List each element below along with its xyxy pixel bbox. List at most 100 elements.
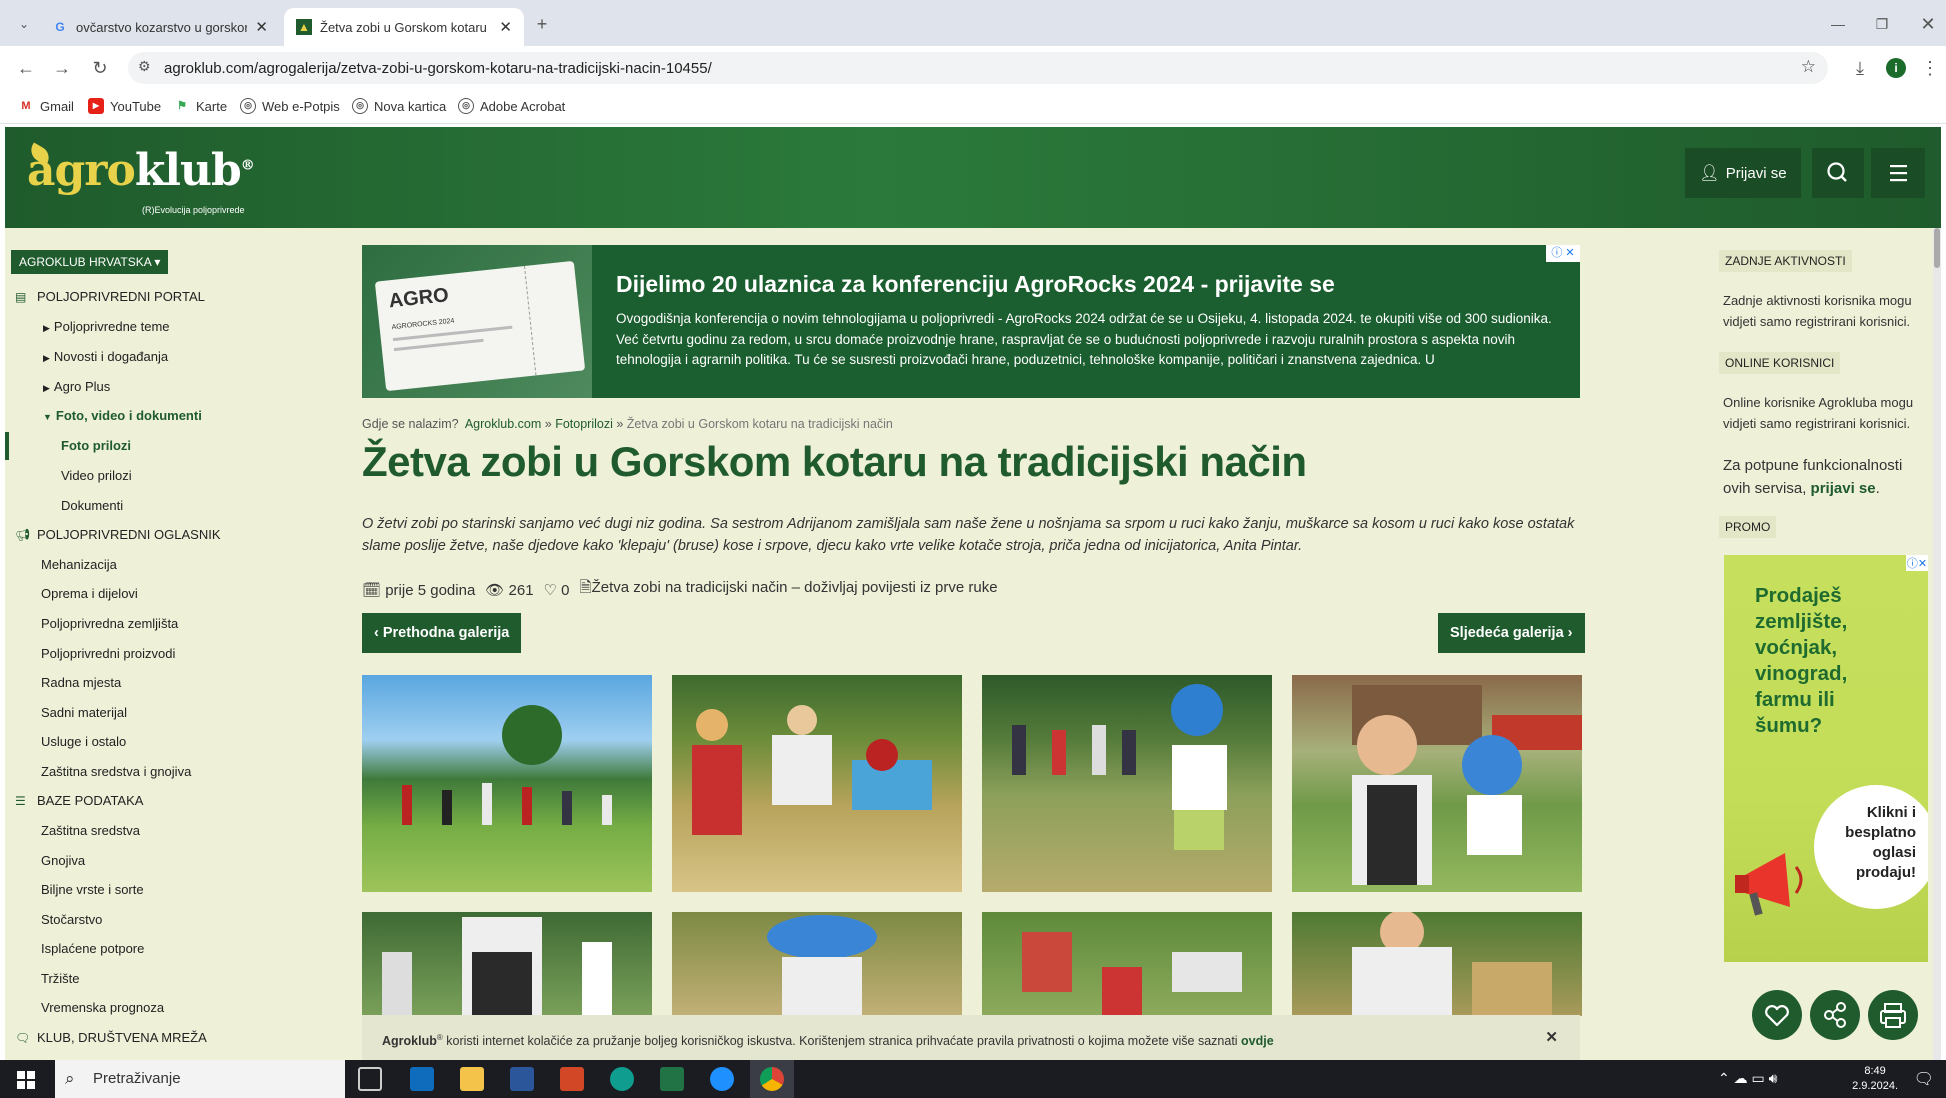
gallery-photo[interactable]	[982, 912, 1272, 1016]
download-icon[interactable]: ⤓	[1848, 56, 1872, 80]
site-search-button[interactable]	[1812, 148, 1864, 198]
restore-icon[interactable]: ❐	[1870, 12, 1894, 36]
gallery-photo[interactable]	[672, 912, 962, 1016]
minimize-icon[interactable]: —	[1826, 12, 1850, 36]
adchoices-icon[interactable]: ⓘ ✕	[1546, 245, 1580, 262]
browser-menu-icon[interactable]: ⋮	[1918, 56, 1942, 80]
tab-google-search[interactable]: G ovčarstvo kozarstvo u gorskom ✕	[40, 8, 280, 46]
adchoices-icon[interactable]: ⓘ✕	[1906, 555, 1928, 571]
edge-icon[interactable]	[610, 1067, 634, 1091]
profile-avatar[interactable]: i	[1886, 58, 1906, 78]
bookmark-nova-kartica[interactable]: ◎ Nova kartica	[352, 98, 446, 114]
sidebar-item-biljne-vrste[interactable]: Biljne vrste i sorte	[41, 882, 144, 897]
task-view-icon[interactable]	[358, 1067, 382, 1091]
bookmark-adobe-acrobat[interactable]: ◎ Adobe Acrobat	[458, 98, 565, 114]
print-button[interactable]	[1868, 990, 1918, 1040]
sidebar-item-zastitna-sredstva[interactable]: Zaštitna sredstva	[41, 823, 140, 838]
favorite-button[interactable]	[1752, 990, 1802, 1040]
previous-gallery-button[interactable]: ‹ Prethodna galerija	[362, 613, 522, 653]
taskbar-clock[interactable]: 8:49 2.9.2024.	[1852, 1064, 1898, 1094]
notifications-icon[interactable]: 🗨︎	[1914, 1069, 1934, 1089]
region-selector[interactable]: AGROKLUB HRVATSKA ▾	[11, 250, 169, 274]
close-icon[interactable]: ✕	[255, 18, 268, 36]
back-icon[interactable]: ←	[14, 56, 38, 80]
sidebar-item-oprema[interactable]: Oprema i dijelovi	[41, 586, 138, 601]
banner-title[interactable]: Dijelimo 20 ulaznica za konferenciju Agr…	[616, 271, 1335, 298]
reload-icon[interactable]: ↻	[88, 56, 112, 80]
sidebar-section-portal[interactable]: ▤ POLJOPRIVREDNI PORTAL	[15, 289, 205, 304]
promo-ad[interactable]: ⓘ✕ Prodaješ zemljište, voćnjak, vinograd…	[1724, 555, 1928, 962]
sidebar-item-poljoprivredne-teme[interactable]: ▶ Poljoprivredne teme	[43, 319, 170, 334]
next-gallery-button[interactable]: Sljedeća galerija ›	[1438, 613, 1585, 653]
sidebar-item-novosti[interactable]: ▶ Novosti i događanja	[43, 349, 168, 364]
sidebar-section-baze[interactable]: ☰ BAZE PODATAKA	[15, 793, 143, 808]
logo-reg: ®	[240, 157, 255, 174]
bookmark-web-epotpis[interactable]: ◎ Web e-Potpis	[240, 98, 340, 114]
sidebar-section-oglasnik[interactable]: 📢︎ POLJOPRIVREDNI OGLASNIK	[15, 527, 221, 542]
taskbar-search[interactable]: ⌕ Pretraživanje	[55, 1060, 345, 1098]
gallery-photo[interactable]	[1292, 675, 1582, 892]
cookie-privacy-link[interactable]: ovdje	[1241, 1034, 1274, 1048]
sidebar-item-proizvodi[interactable]: Poljoprivredni proizvodi	[41, 646, 175, 661]
related-article-link[interactable]: Žetva zobi na tradicijski način – doživl…	[592, 579, 998, 596]
windows-start-icon[interactable]	[17, 1071, 35, 1089]
gallery-photo[interactable]	[362, 675, 652, 892]
tab-agroklub[interactable]: ▲ Žetva zobi u Gorskom kotaru n ✕	[284, 8, 524, 46]
outlook-icon[interactable]	[410, 1067, 434, 1091]
agrorocks-banner[interactable]: AGRO AGROROCKS 2024 Dijelimo 20 ulaznica…	[362, 245, 1580, 398]
sidebar-item-gnojiva[interactable]: Gnojiva	[41, 853, 85, 868]
bookmark-karte[interactable]: ⚑ Karte	[174, 98, 227, 114]
word-icon[interactable]	[510, 1067, 534, 1091]
gallery-photo[interactable]	[672, 675, 962, 892]
sidebar-item-sadni-materijal[interactable]: Sadni materijal	[41, 705, 127, 720]
bookmark-star-icon[interactable]: ☆	[1801, 57, 1816, 77]
sidebar-section-klub[interactable]: 🗨︎ KLUB, DRUŠTVENA MREŽA	[15, 1030, 207, 1045]
gallery-photo[interactable]	[362, 912, 652, 1016]
window-close-icon[interactable]: ✕	[1916, 12, 1940, 36]
bookmark-gmail[interactable]: M Gmail	[18, 98, 74, 114]
sidebar-item-foto-prilozi[interactable]: Foto prilozi	[61, 438, 131, 453]
sidebar-item-potpore[interactable]: Isplaćene potpore	[41, 941, 144, 956]
chrome-taskbar-button[interactable]	[750, 1060, 794, 1098]
sidebar-item-zastitna-gnojiva[interactable]: Zaštitna sredstva i gnojiva	[41, 764, 191, 779]
sidebar-item-dokumenti[interactable]: Dokumenti	[61, 498, 123, 513]
sidebar-item-stocarstvo[interactable]: Stočarstvo	[41, 912, 102, 927]
login-link[interactable]: prijavi se	[1811, 480, 1876, 497]
gallery-photo[interactable]	[1292, 912, 1582, 1016]
sidebar-item-agro-plus[interactable]: ▶ Agro Plus	[43, 379, 110, 394]
hamburger-menu-button[interactable]	[1871, 148, 1925, 198]
sidebar-item-zemljista[interactable]: Poljoprivredna zemljišta	[41, 616, 178, 631]
powerpoint-icon[interactable]	[560, 1067, 584, 1091]
sidebar-item-video-prilozi[interactable]: Video prilozi	[61, 468, 132, 483]
sidebar-item-radna-mjesta[interactable]: Radna mjesta	[41, 675, 121, 690]
site-settings-icon[interactable]: ⚙	[138, 58, 151, 75]
meta-likes[interactable]: ♡ 0	[544, 581, 570, 599]
sidebar-item-label: Radna mjesta	[41, 675, 122, 690]
file-explorer-icon[interactable]	[460, 1067, 484, 1091]
meta-related-article[interactable]: 🗎︎Žetva zobi na tradicijski način – doži…	[580, 577, 998, 602]
sidebar-item-vremenska-prognoza[interactable]: Vremenska prognoza	[41, 1000, 164, 1015]
bookmark-youtube[interactable]: ▶ YouTube	[88, 98, 161, 114]
system-tray-icons[interactable]: ⌃ ☁ ▭ 🔊︎	[1718, 1070, 1777, 1087]
sidebar-item-foto-video[interactable]: ▼ Foto, video i dokumenti	[43, 408, 202, 423]
close-icon[interactable]: ✕	[499, 18, 512, 36]
forward-icon[interactable]: →	[50, 56, 74, 80]
sidebar-item-label: Oprema i dijelovi	[41, 586, 138, 601]
scrollbar-thumb[interactable]	[1934, 228, 1940, 268]
breadcrumb-section-link[interactable]: Fotoprilozi	[555, 417, 613, 431]
page-scrollbar[interactable]	[1933, 228, 1941, 1060]
gallery-photo[interactable]	[982, 675, 1272, 892]
sidebar-item-trziste[interactable]: Tržište	[41, 971, 80, 986]
new-tab-icon[interactable]: +	[530, 12, 554, 36]
cookie-close-icon[interactable]: ✕	[1545, 1015, 1558, 1060]
url-field[interactable]: ⚙ agroklub.com/agrogalerija/zetva-zobi-u…	[128, 52, 1828, 84]
sidebar-item-usluge[interactable]: Usluge i ostalo	[41, 734, 126, 749]
share-button[interactable]	[1810, 990, 1860, 1040]
tab-search-chevron-icon[interactable]: ⌄	[12, 12, 36, 36]
login-button[interactable]: 👤︎ Prijavi se	[1685, 148, 1801, 198]
agroklub-logo[interactable]: agroklub® (R)Evolucija poljoprivrede	[26, 142, 255, 215]
internet-explorer-icon[interactable]	[710, 1067, 734, 1091]
sidebar-item-mehanizacija[interactable]: Mehanizacija	[41, 557, 117, 572]
breadcrumb-home-link[interactable]: Agroklub.com	[465, 417, 541, 431]
excel-icon[interactable]	[660, 1067, 684, 1091]
